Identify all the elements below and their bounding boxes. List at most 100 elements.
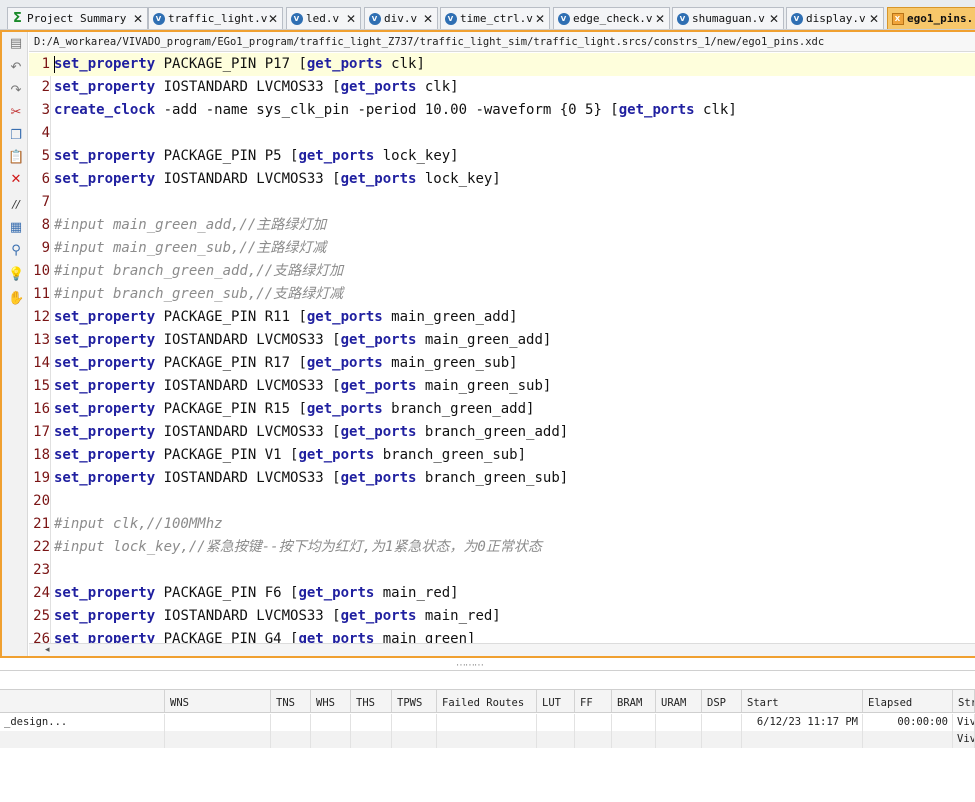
code-line-text: set_property IOSTANDARD LVCMOS33 [get_po… [54,76,459,99]
tab-div-v[interactable]: Vdiv.v ✕ [364,7,438,29]
code-line[interactable]: 16 set_property PACKAGE_PIN R15 [get_port… [29,398,975,421]
close-icon[interactable]: ✕ [654,12,666,26]
line-number: 11 [33,286,50,302]
horizontal-scrollbar[interactable]: ◂ [29,643,975,656]
paste-icon[interactable]: 📋 [8,150,24,166]
close-icon[interactable]: ✕ [345,12,357,26]
delete-icon[interactable]: ✕ [8,172,24,188]
close-icon[interactable]: ✕ [422,12,434,26]
code-line[interactable]: 19 set_property IOSTANDARD LVCMOS33 [get_… [29,467,975,490]
table-row[interactable]: _design... 6/12/23 11:17 PM 00:00:00 Viv [0,714,975,731]
undo-icon[interactable]: ↶ [8,60,24,76]
code-line[interactable]: 10 #input branch_green_add,//支路绿灯加 [29,260,975,283]
save-icon[interactable]: ▤ [8,36,24,52]
table-row[interactable]: Viv [0,731,975,748]
code-text: IOSTANDARD LVCMOS33 [ [155,79,341,95]
column-header[interactable]: BRAM [612,690,656,712]
code-line[interactable]: 7 [29,191,975,214]
tab-label: shumaguan.v [692,12,765,25]
line-number: 5 [41,148,50,164]
code-line[interactable]: 12 set_property PACKAGE_PIN R11 [get_port… [29,306,975,329]
close-icon[interactable]: ✕ [534,12,546,26]
code-line[interactable]: 5 set_property PACKAGE_PIN P5 [get_ports … [29,145,975,168]
line-number: 21 [33,516,50,532]
column-header[interactable]: TNS [271,690,311,712]
code-line[interactable]: 4 [29,122,975,145]
close-icon[interactable]: ✕ [267,12,279,26]
code-line[interactable]: 18 set_property PACKAGE_PIN V1 [get_ports… [29,444,975,467]
tab-display-v[interactable]: Vdisplay.v ✕ [786,7,884,29]
code-text: PACKAGE_PIN V1 [ [155,447,299,463]
code-line[interactable]: 21 #input clk,//100MMhz [29,513,975,536]
close-icon[interactable]: ✕ [868,12,880,26]
tab-traffic-light-v[interactable]: Vtraffic_light.v ✕ [148,7,283,29]
code-text: branch_green_sub] [416,470,569,486]
code-line[interactable]: 8 #input main_green_add,//主路绿灯加 [29,214,975,237]
code-line[interactable]: 24 set_property PACKAGE_PIN F6 [get_ports… [29,582,975,605]
tab-project-summary[interactable]: Σ Project Summary ✕ [7,7,148,29]
table-cell [271,731,311,748]
close-icon[interactable]: ✕ [132,12,144,26]
select-all-icon[interactable]: ▦ [8,220,24,236]
code-keyword: set_property [54,585,156,601]
code-area[interactable]: 1 set_property PACKAGE_PIN P17 [get_ports… [29,53,975,643]
column-header[interactable]: Elapsed [863,690,953,712]
column-header[interactable]: WNS [165,690,271,712]
column-header[interactable]: DSP [702,690,742,712]
code-text: main_green_add] [382,309,518,325]
code-line[interactable]: 2 set_property IOSTANDARD LVCMOS33 [get_p… [29,76,975,99]
column-header[interactable]: Start [742,690,863,712]
code-line[interactable]: 26 set_property PACKAGE_PIN G4 [get_ports… [29,628,975,643]
code-line[interactable]: 3 create_clock -add -name sys_clk_pin -pe… [29,99,975,122]
lightbulb-icon[interactable]: 💡 [8,267,24,283]
code-line[interactable]: 14 set_property PACKAGE_PIN R17 [get_port… [29,352,975,375]
find-replace-icon[interactable]: ⚲ [8,243,24,259]
column-header[interactable]: Failed Routes [437,690,537,712]
code-line[interactable]: 25 set_property IOSTANDARD LVCMOS33 [get_… [29,605,975,628]
tab-shumaguan-v[interactable]: Vshumaguan.v ✕ [672,7,784,29]
panel-splitter[interactable]: ⋯⋯⋯ [0,658,975,688]
column-header[interactable]: FF [575,690,612,712]
tab-led-v[interactable]: Vled.v ✕ [286,7,361,29]
code-line[interactable]: 13 set_property IOSTANDARD LVCMOS33 [get_… [29,329,975,352]
code-line-text: set_property PACKAGE_PIN P17 [get_ports … [54,53,425,76]
code-keyword: get_ports [340,424,417,440]
column-header[interactable] [0,690,165,712]
code-line[interactable]: 6 set_property IOSTANDARD LVCMOS33 [get_p… [29,168,975,191]
tab-label: led.v [306,12,340,25]
copy-icon[interactable]: ❐ [8,128,24,144]
code-line-text: set_property PACKAGE_PIN R11 [get_ports … [54,306,518,329]
comment-toggle-icon[interactable]: // [8,197,24,213]
code-line[interactable]: 11 #input branch_green_sub,//支路绿灯减 [29,283,975,306]
code-text: IOSTANDARD LVCMOS33 [ [155,608,341,624]
column-header[interactable]: TPWS [392,690,437,712]
code-line[interactable]: 9 #input main_green_sub,//主路绿灯减 [29,237,975,260]
redo-icon[interactable]: ↷ [8,83,24,99]
column-header[interactable]: Str [953,690,975,712]
column-header[interactable]: LUT [537,690,575,712]
column-header[interactable]: WHS [311,690,351,712]
tab-edge-check-v[interactable]: Vedge_check.v ✕ [553,7,670,29]
tab-time-ctrl-v[interactable]: Vtime_ctrl.v ✕ [440,7,550,29]
quick-help-icon[interactable]: ✋ [8,291,24,307]
code-line[interactable]: 17 set_property IOSTANDARD LVCMOS33 [get_… [29,421,975,444]
code-text: lock_key] [374,148,459,164]
table-cell [537,714,575,731]
code-line[interactable]: 1 set_property PACKAGE_PIN P17 [get_ports… [29,53,975,76]
tab-label: traffic_light.v [168,12,268,25]
table-cell [0,731,165,748]
code-line[interactable]: 23 [29,559,975,582]
tab-ego1-pins[interactable]: Xego1_pins. [887,7,975,29]
cut-icon[interactable]: ✂ [8,105,24,121]
code-line[interactable]: 22 #input lock_key,//紧急按键--按下均为红灯,为1紧急状态，… [29,536,975,559]
column-header[interactable]: THS [351,690,392,712]
splitter-line [0,670,975,671]
tab-label: edge_check.v [573,12,653,25]
scroll-left-arrow-icon[interactable]: ◂ [45,644,50,656]
code-line[interactable]: 15 set_property IOSTANDARD LVCMOS33 [get_… [29,375,975,398]
splitter-grip-icon[interactable]: ⋯⋯⋯ [456,660,484,671]
code-line[interactable]: 20 [29,490,975,513]
table-cell [437,714,537,731]
column-header[interactable]: URAM [656,690,702,712]
close-icon[interactable]: ✕ [768,12,780,26]
